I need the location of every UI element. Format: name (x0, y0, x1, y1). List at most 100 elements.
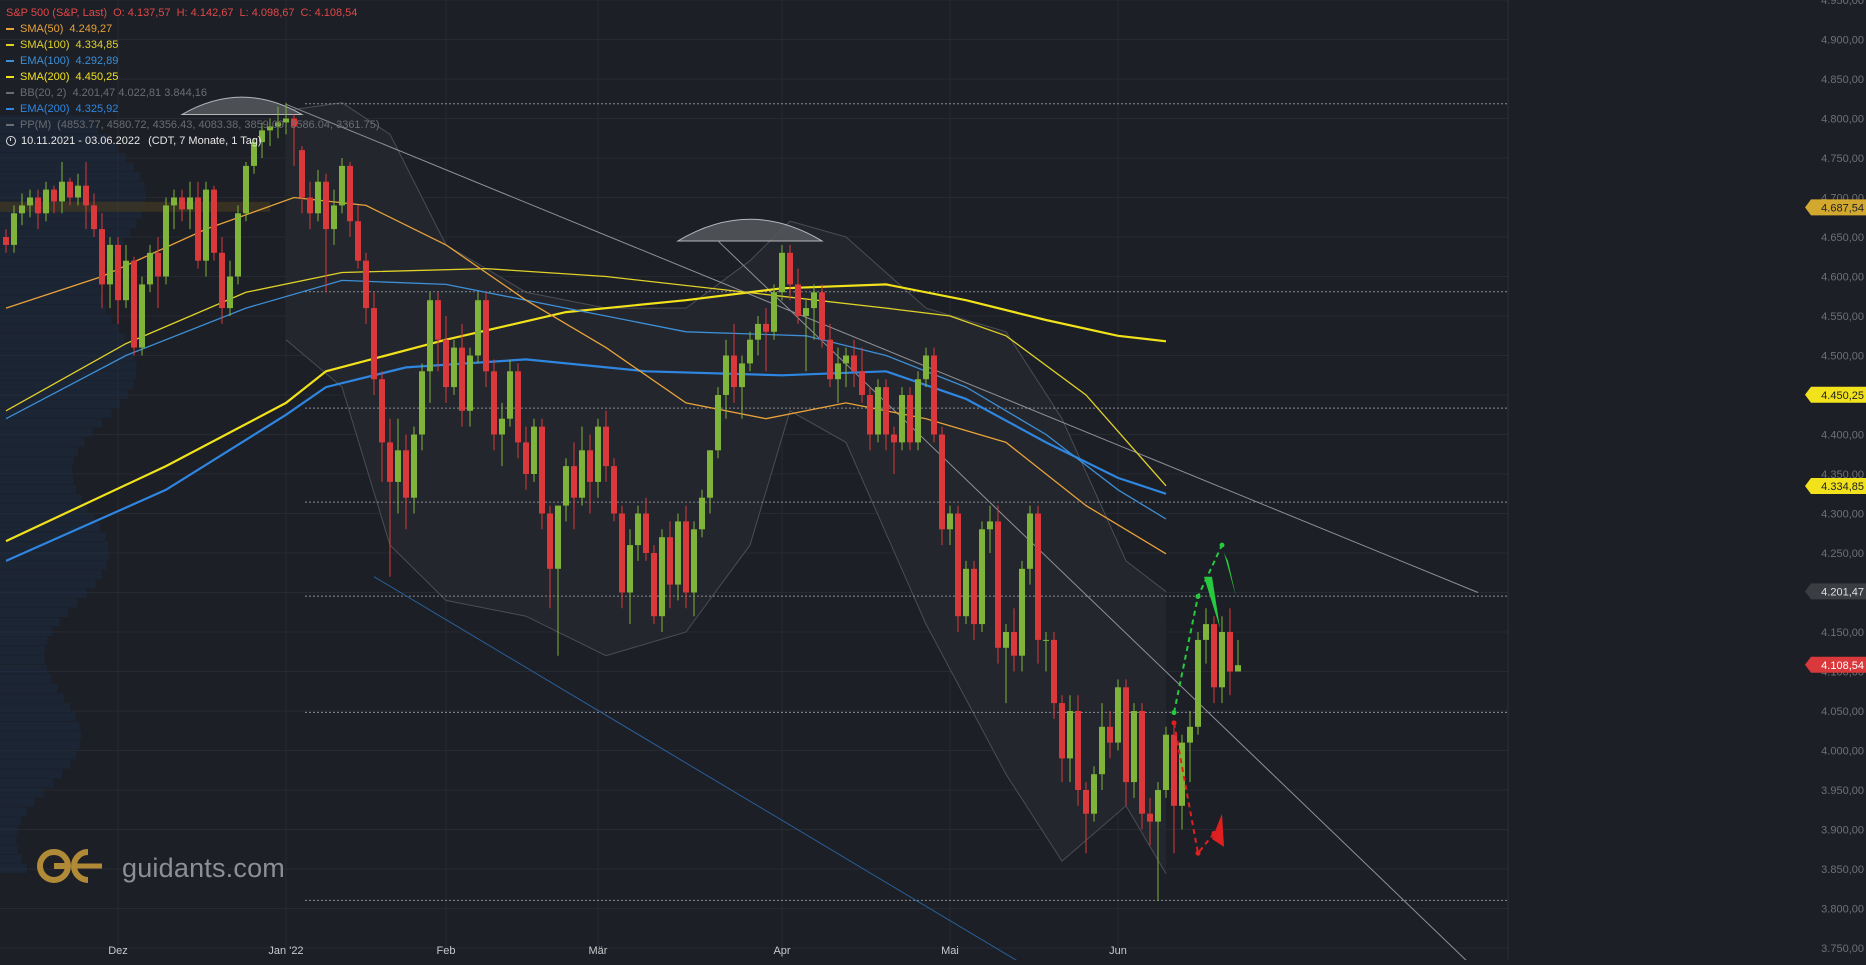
price-tick-label: 4.750,00 (1821, 153, 1864, 165)
candle-body (1171, 734, 1177, 806)
candle-body (187, 197, 193, 210)
price-tick-label: 3.800,00 (1821, 904, 1864, 916)
candle-body (427, 300, 433, 372)
volume-profile-bar (0, 380, 134, 390)
instrument-name: S&P 500 (S&P, Last) (6, 7, 108, 19)
candle-body (1115, 687, 1121, 743)
guidants-logo-icon (36, 846, 106, 890)
candle-body (1051, 639, 1057, 704)
instrument-row: S&P 500 (S&P, Last) O: 4.137,57 H: 4.142… (6, 5, 380, 21)
candle-body (507, 371, 513, 419)
volume-profile-bar (0, 541, 109, 551)
candle-body (443, 339, 449, 388)
volume-profile-bar (0, 342, 131, 352)
candle-body (243, 165, 249, 214)
price-tick-label: 3.850,00 (1821, 864, 1864, 876)
indicator-value: 4.292,89 (75, 55, 119, 67)
candle-body (1091, 774, 1097, 814)
candle-body (315, 181, 321, 214)
candle-body (555, 505, 561, 569)
candle-body (859, 371, 865, 395)
candle-body (899, 395, 905, 443)
volume-profile-bar (0, 276, 101, 286)
candle-body (323, 181, 329, 230)
candle-body (1211, 624, 1217, 688)
indicator-row[interactable]: SMA(50) 4.249,27 (6, 21, 380, 37)
price-tick-label: 3.750,00 (1821, 943, 1864, 955)
candle-body (819, 292, 825, 340)
candle-body (563, 466, 569, 506)
price-tick-label: 3.950,00 (1821, 785, 1864, 797)
price-tag-label: 4.334,85 (1821, 481, 1864, 493)
candle-body (995, 521, 1001, 648)
candle-body (1227, 632, 1233, 672)
clock-icon (6, 136, 16, 146)
candle-body (147, 252, 153, 285)
candle-body (371, 308, 377, 380)
candle-body (211, 189, 217, 253)
indicator-label: EMA(100) (20, 55, 70, 67)
candle-body (171, 197, 177, 206)
volume-profile-bar (0, 750, 77, 760)
candle-body (451, 347, 457, 388)
volume-profile-bar (0, 778, 54, 788)
volume-profile-bar (0, 826, 18, 836)
volume-profile-bar (0, 153, 126, 162)
indicator-row[interactable]: SMA(100) 4.334,85 (6, 37, 380, 53)
indicator-label: BB(20, 2) (20, 87, 67, 99)
volume-profile-bar (0, 721, 80, 731)
candle-body (627, 545, 633, 593)
candle-body (1083, 790, 1089, 814)
candle-body (459, 347, 465, 411)
volume-profile-bar (0, 608, 69, 618)
indicator-row[interactable]: BB(20, 2) 4.201,47 4.022,81 3.844,16 (6, 85, 380, 101)
candle-body (1099, 726, 1105, 775)
indicator-row[interactable]: SMA(200) 4.450,25 (6, 69, 380, 85)
candle-body (955, 513, 961, 617)
indicator-value: 4.450,25 (75, 71, 119, 83)
candle-body (763, 323, 769, 332)
candle-body (43, 189, 49, 214)
time-tick-label: Jun (1109, 945, 1127, 957)
candle-body (491, 371, 497, 435)
volume-profile-bar (0, 645, 45, 655)
volume-profile-bar (0, 475, 74, 485)
candle-body (843, 355, 849, 364)
indicator-label: SMA(100) (20, 39, 70, 51)
price-tick-label: 4.400,00 (1821, 430, 1864, 442)
guidants-logo: guidants.com (36, 846, 285, 890)
candle-body (1235, 665, 1241, 672)
candle-body (475, 300, 481, 356)
price-tag-label: 4.201,47 (1821, 586, 1864, 598)
candle-body (19, 205, 25, 214)
volume-profile-bar (0, 352, 135, 362)
candle-body (699, 497, 705, 530)
volume-profile-bar (0, 257, 110, 267)
volume-profile-bar (0, 816, 21, 826)
candle-body (1067, 711, 1073, 759)
indicator-row[interactable]: EMA(100) 4.292,89 (6, 53, 380, 69)
candle-body (619, 513, 625, 593)
volume-profile-bar (0, 589, 88, 599)
candle-body (27, 197, 33, 206)
candle-body (771, 292, 777, 332)
volume-profile-bar (0, 162, 135, 172)
candle-body (923, 355, 929, 380)
candle-body (1107, 726, 1113, 743)
candle-body (587, 450, 593, 482)
candle-body (1123, 687, 1129, 783)
volume-profile-bar (0, 333, 125, 343)
time-tick-label: Mai (941, 945, 959, 957)
volume-profile-bar (0, 835, 17, 845)
candle-body (307, 197, 313, 214)
indicator-row[interactable]: EMA(200) 4.325,92 (6, 101, 380, 117)
volume-profile-bar (0, 797, 35, 807)
candle-body (363, 260, 369, 309)
indicator-row[interactable]: PP(M) (4853.77, 4580.72, 4356.43, 4083.38… (6, 117, 380, 133)
candle-body (139, 284, 145, 348)
volume-profile-bar (0, 683, 58, 693)
candle-body (867, 395, 873, 435)
candle-body (347, 165, 353, 222)
price-tick-label: 4.850,00 (1821, 74, 1864, 86)
volume-profile-bar (0, 228, 131, 238)
